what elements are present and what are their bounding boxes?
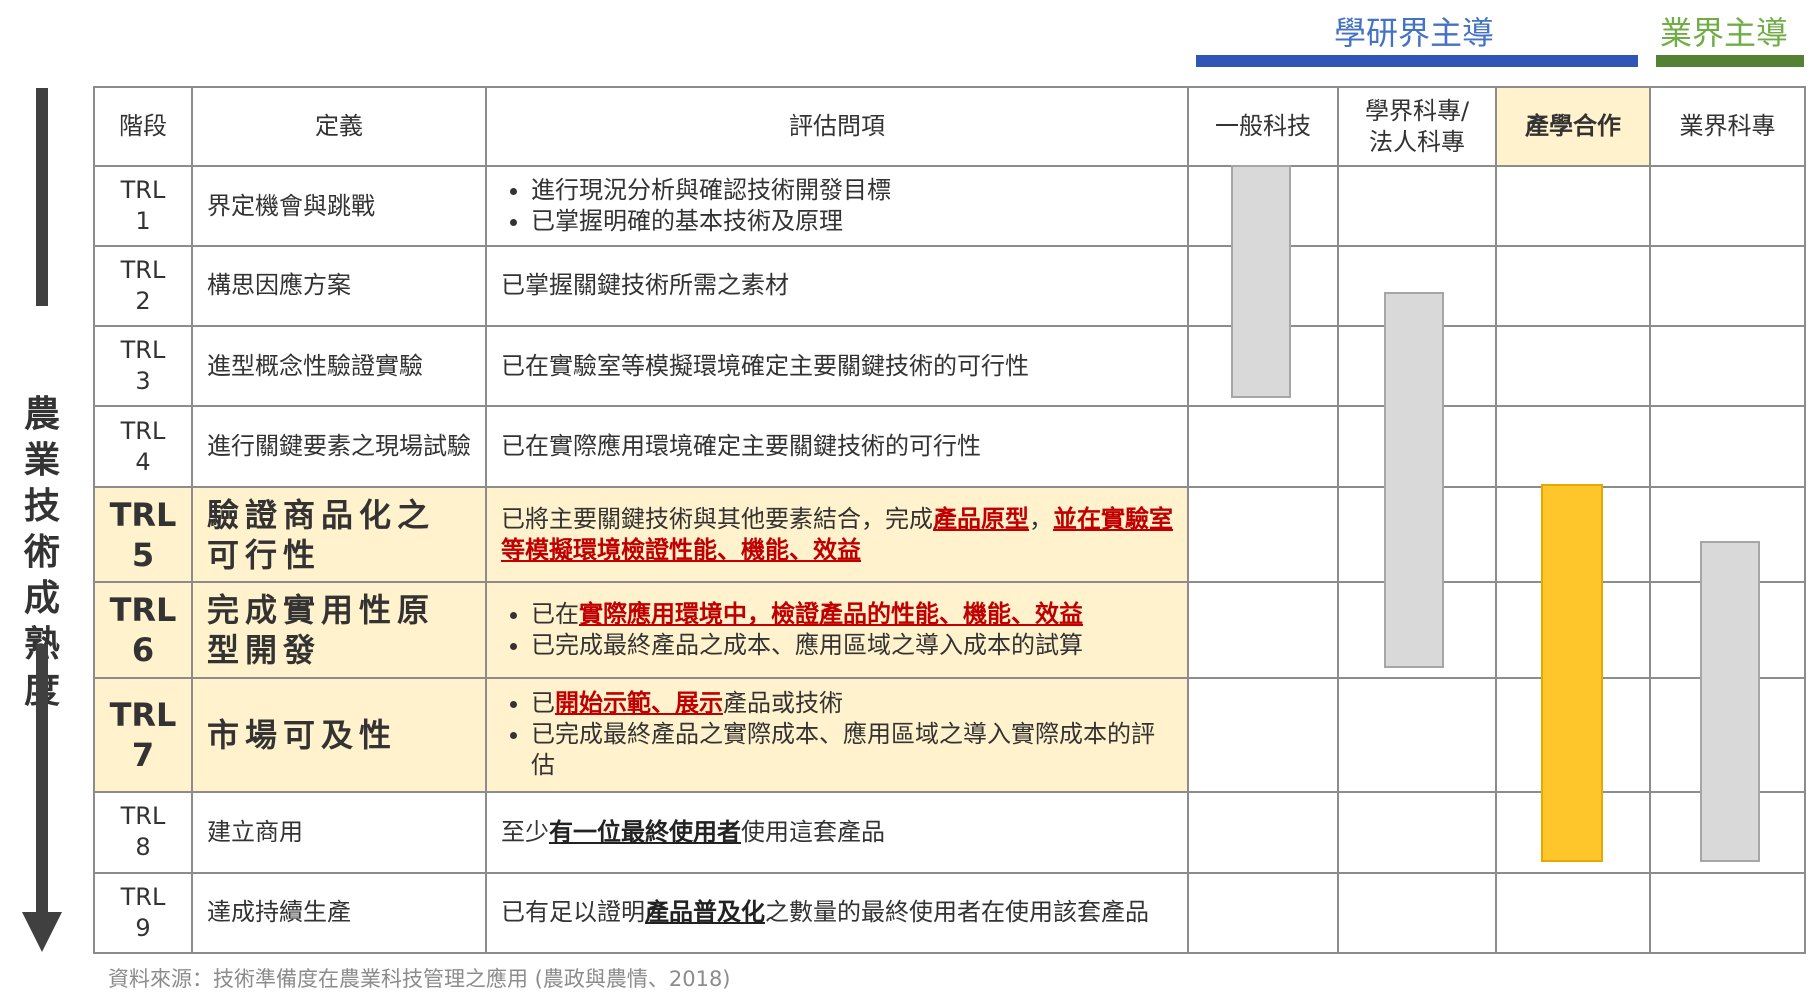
- questions-cell: 已在實驗室等模擬環境確定主要關鍵技術的可行性: [485, 325, 1189, 408]
- definition-cell: 構思因應方案: [191, 244, 487, 328]
- questions-cell: 已有足以證明產品普及化之數量的最終使用者在使用該套產品: [485, 871, 1189, 955]
- list-item: 已完成最終產品之實際成本、應用區域之導入實際成本的評估: [531, 719, 1173, 781]
- group-bar-industry: [1656, 55, 1804, 67]
- definition-cell: 完成實用性原型開發: [191, 581, 487, 679]
- stage-cell: TRL 6: [93, 581, 193, 679]
- questions-cell: 已在實際應用環境確定主要關鍵技術的可行性: [485, 405, 1189, 488]
- list-item: 已開始示範、展示產品或技術: [531, 688, 1173, 719]
- stage-cell: TRL 7: [93, 676, 193, 794]
- header-coop: 產學合作: [1495, 85, 1651, 168]
- list-item: 進行現況分析與確認技術開發目標: [531, 175, 1173, 206]
- header-questions: 評估問項: [485, 85, 1189, 168]
- source-note: 資料來源：技術準備度在農業科技管理之應用 (農政與農情、2018): [108, 967, 731, 991]
- stage-cell: TRL 5: [93, 485, 193, 584]
- definition-cell: 建立商用: [191, 791, 487, 874]
- table-row: TRL 4 進行關鍵要素之現場試驗 已在實際應用環境確定主要關鍵技術的可行性: [93, 405, 1806, 488]
- definition-cell: 界定機會與跳戰: [191, 165, 487, 247]
- range-bar-academic: [1384, 292, 1444, 668]
- questions-cell: 已在實際應用環境中，檢證產品的性能、機能、效益 已完成最終產品之成本、應用區域之…: [485, 581, 1189, 679]
- header-academic: 學界科專/ 法人科專: [1337, 85, 1497, 168]
- definition-cell: 進行關鍵要素之現場試驗: [191, 405, 487, 488]
- table-row: TRL 3 進型概念性驗證實驗 已在實驗室等模擬環境確定主要關鍵技術的可行性: [93, 325, 1806, 408]
- questions-cell: 已將主要關鍵技術與其他要素結合，完成產品原型，並在實驗室等模擬環境檢證性能、機能…: [485, 485, 1189, 584]
- range-bar-industry: [1700, 541, 1760, 862]
- questions-cell: 已掌握關鍵技術所需之素材: [485, 244, 1189, 328]
- header-definition: 定義: [191, 85, 487, 168]
- group-label-industry: 業界主導: [1660, 14, 1789, 52]
- header-academic-line1: 學界科專/: [1364, 96, 1470, 125]
- table-header-row: 階段 定義 評估問項 一般科技 學界科專/ 法人科專 產學合作 業界科專: [93, 85, 1806, 168]
- stage-cell: TRL 3: [93, 325, 193, 408]
- questions-cell: 進行現況分析與確認技術開發目標已掌握明確的基本技術及原理: [485, 165, 1189, 247]
- stage-cell: TRL 2: [93, 244, 193, 328]
- range-bar-coop: [1541, 484, 1603, 862]
- stage-cell: TRL 1: [93, 165, 193, 247]
- stage-cell: TRL 4: [93, 405, 193, 488]
- header-industry: 業界科專: [1649, 85, 1806, 168]
- table-row: TRL 9 達成持續生產 已有足以證明產品普及化之數量的最終使用者在使用該套產品: [93, 871, 1806, 955]
- questions-cell: 至少有一位最終使用者使用這套產品: [485, 791, 1189, 874]
- table-row: TRL 2 構思因應方案 已掌握關鍵技術所需之素材: [93, 244, 1806, 328]
- group-bar-academic: [1196, 55, 1638, 67]
- list-item: 已掌握明確的基本技術及原理: [531, 206, 1173, 237]
- header-general: 一般科技: [1187, 85, 1339, 168]
- range-bar-general: [1231, 165, 1291, 398]
- header-stage: 階段: [93, 85, 193, 168]
- definition-cell: 達成持續生產: [191, 871, 487, 955]
- definition-cell: 驗證商品化之可行性: [191, 485, 487, 584]
- stage-cell: TRL 9: [93, 871, 193, 955]
- questions-cell: 已開始示範、展示產品或技術 已完成最終產品之實際成本、應用區域之導入實際成本的評…: [485, 676, 1189, 794]
- list-item: 已在實際應用環境中，檢證產品的性能、機能、效益: [531, 599, 1173, 630]
- definition-cell: 市場可及性: [191, 676, 487, 794]
- maturity-axis-arrow: 農業技術成熟度: [20, 88, 64, 960]
- definition-cell: 進型概念性驗證實驗: [191, 325, 487, 408]
- header-academic-line2: 法人科專: [1369, 127, 1465, 156]
- list-item: 已完成最終產品之成本、應用區域之導入成本的試算: [531, 630, 1173, 661]
- stage-cell: TRL 8: [93, 791, 193, 874]
- table-row: TRL1 界定機會與跳戰 進行現況分析與確認技術開發目標已掌握明確的基本技術及原…: [93, 165, 1806, 247]
- group-label-academic: 學研界主導: [1334, 14, 1495, 52]
